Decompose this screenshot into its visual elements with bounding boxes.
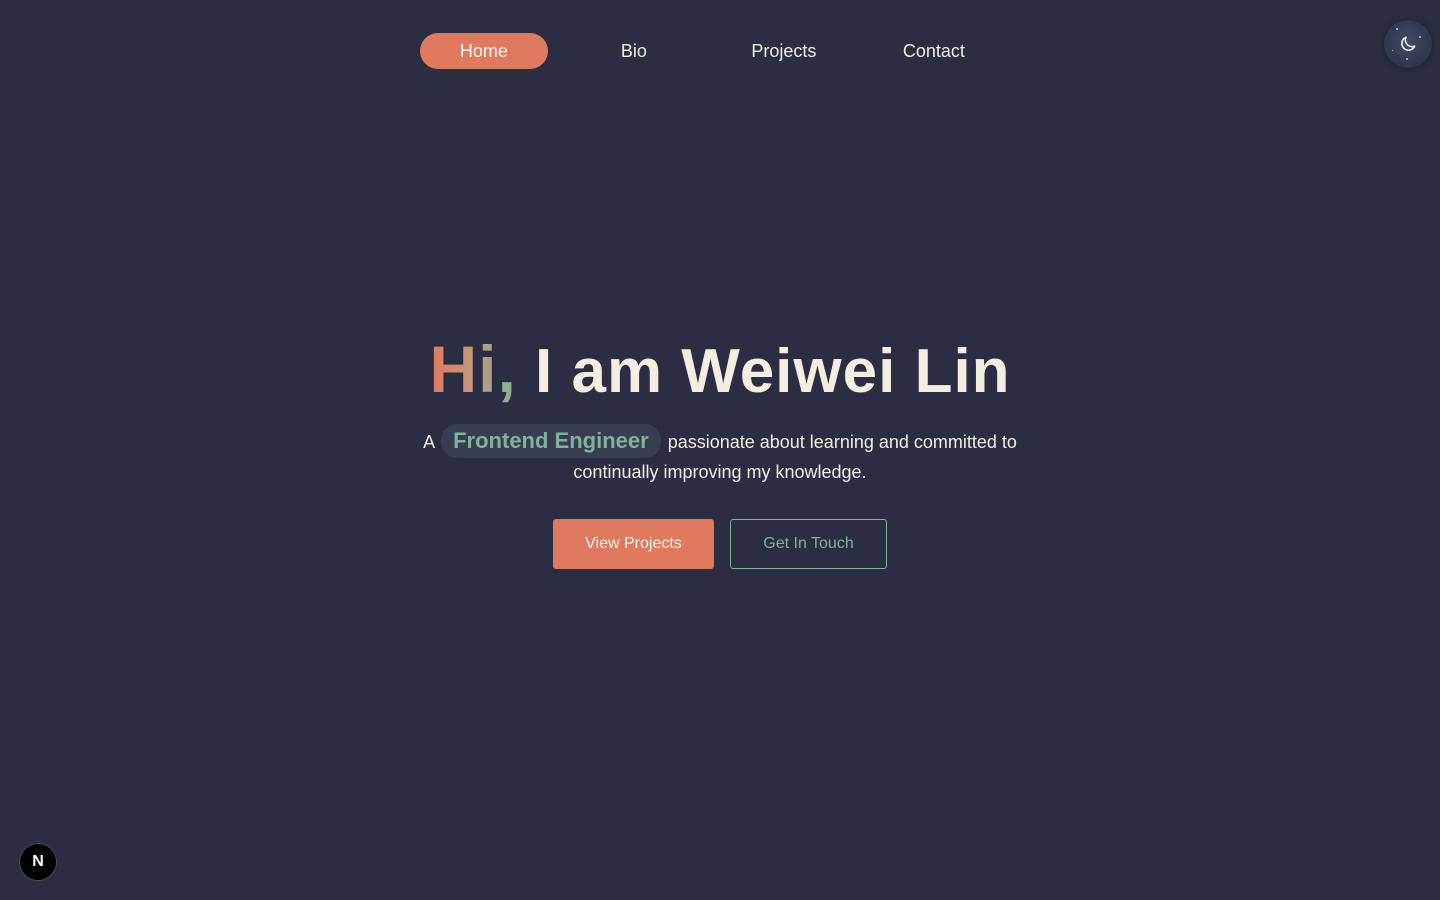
view-projects-button[interactable]: View Projects: [553, 519, 714, 569]
star-decoration: [1419, 36, 1421, 38]
hero-greeting: Hi,: [429, 332, 517, 406]
nav-item-label: Projects: [751, 40, 817, 61]
role-badge: Frontend Engineer: [441, 424, 661, 458]
get-in-touch-button[interactable]: Get In Touch: [730, 519, 887, 569]
page: Home Bio Projects Contact Hi, I am Weiwe…: [0, 0, 1440, 900]
nav-item-contact[interactable]: Contact: [870, 33, 998, 69]
nextjs-icon[interactable]: N: [19, 843, 57, 881]
nav-item-label: Contact: [902, 40, 965, 61]
nav-item-label: Home: [459, 40, 508, 61]
moon-icon: [1401, 36, 1416, 51]
hero-heading: Hi, I am Weiwei Lin: [0, 330, 1440, 411]
star-decoration: [1396, 28, 1398, 30]
main-nav: Home Bio Projects Contact: [420, 33, 1020, 69]
hero-name: I am Weiwei Lin: [535, 337, 1011, 406]
subtitle-prefix: A: [423, 432, 435, 452]
nav-item-projects[interactable]: Projects: [720, 33, 848, 69]
nav-item-label: Bio: [620, 40, 647, 61]
hero-subtitle: A Frontend Engineer passionate about lea…: [400, 424, 1040, 486]
nav-item-home[interactable]: Home: [420, 33, 548, 69]
star-decoration: [1406, 58, 1408, 60]
nav-item-bio[interactable]: Bio: [570, 33, 698, 69]
theme-toggle-button[interactable]: [1384, 20, 1432, 68]
star-decoration: [1392, 50, 1393, 51]
nextjs-letter: N: [32, 853, 44, 870]
